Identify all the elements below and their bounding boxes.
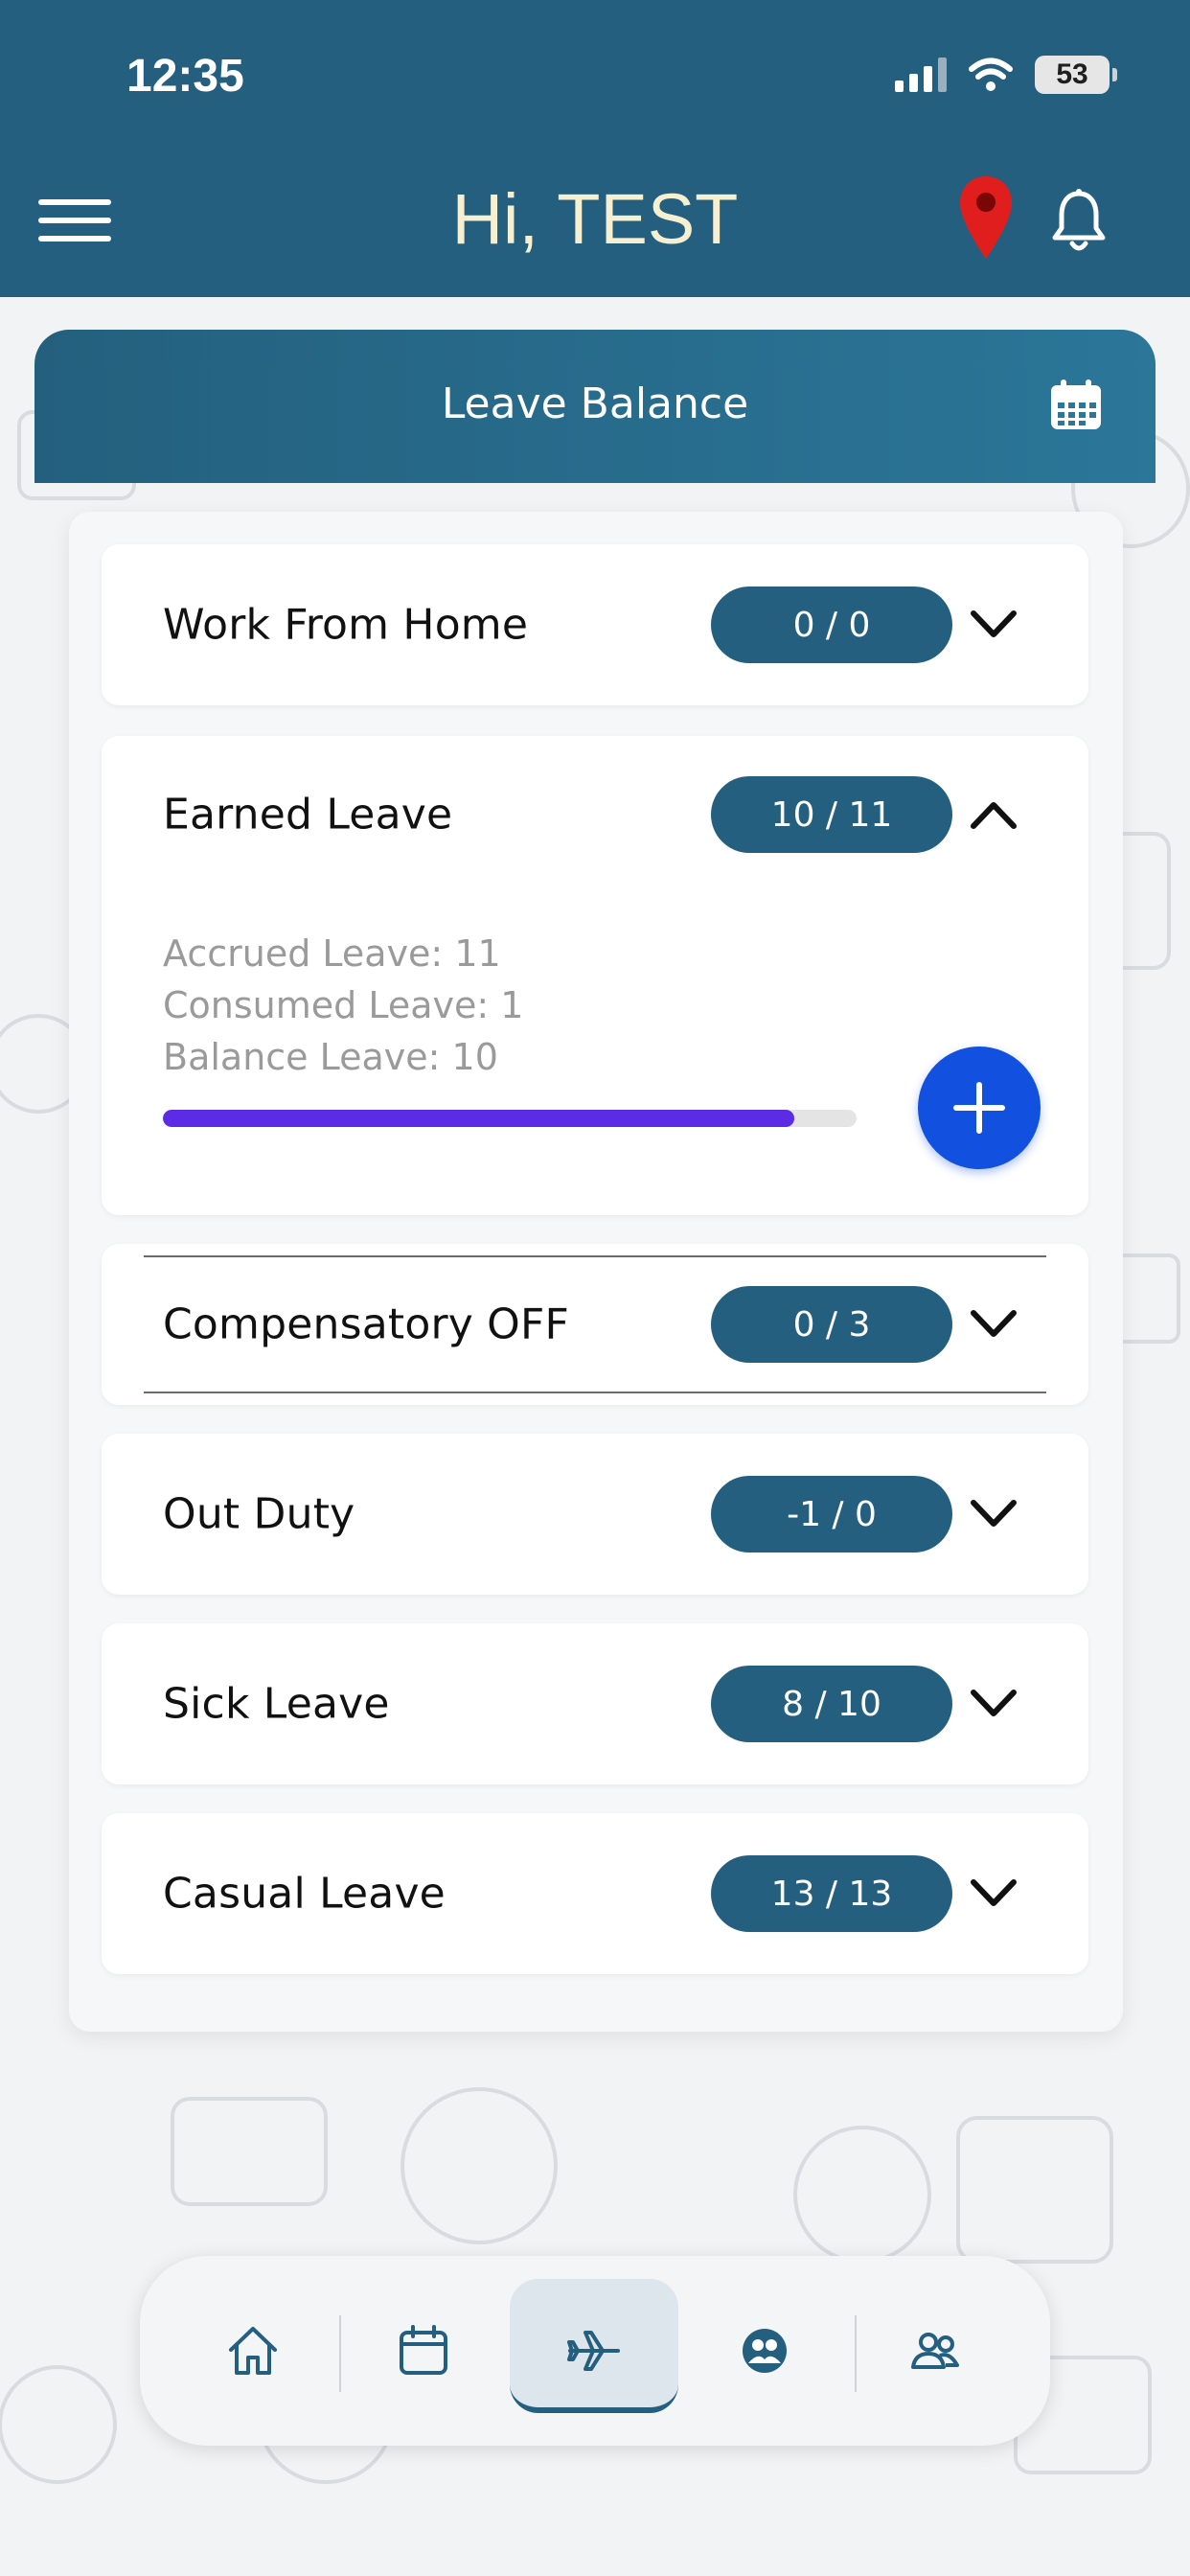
leave-count-badge[interactable]: -1 / 0: [711, 1476, 952, 1552]
apply-leave-button[interactable]: [918, 1046, 1041, 1169]
accrued-leave-text: Accrued Leave: 11: [163, 932, 501, 975]
battery-indicator: 53: [1035, 56, 1117, 94]
leave-balance-header: Leave Balance: [34, 330, 1156, 483]
leave-count-badge[interactable]: 10 / 11: [711, 776, 952, 853]
team-circle-icon: [743, 2329, 787, 2373]
nav-calendar[interactable]: [342, 2256, 505, 2446]
leave-card-casual-leave[interactable]: Casual Leave 13 / 13: [102, 1813, 1088, 1974]
leave-card-sick-leave[interactable]: Sick Leave 8 / 10: [102, 1623, 1088, 1784]
cellular-signal-icon: [895, 58, 947, 92]
home-icon: [229, 2327, 277, 2375]
leave-type-label: Earned Leave: [163, 790, 453, 840]
status-time: 12:35: [126, 51, 244, 102]
nav-team[interactable]: [683, 2256, 846, 2446]
leave-card-work-from-home[interactable]: Work From Home 0 / 0: [102, 544, 1088, 705]
leave-type-label: Out Duty: [163, 1489, 355, 1539]
chevron-down-icon[interactable]: [966, 1874, 1021, 1913]
notification-bell-icon[interactable]: [1050, 188, 1108, 255]
balance-leave-text: Balance Leave: 10: [163, 1036, 498, 1078]
nav-separator: [339, 2315, 341, 2392]
leave-count-badge[interactable]: 0 / 0: [711, 586, 952, 663]
leave-progress-fill: [163, 1110, 794, 1127]
leave-type-label: Compensatory OFF: [163, 1300, 570, 1349]
nav-home[interactable]: [172, 2256, 334, 2446]
divider: [144, 1392, 1046, 1393]
airplane-icon: [567, 2331, 620, 2371]
leave-type-label: Sick Leave: [163, 1679, 390, 1729]
leave-card-compensatory-off[interactable]: Compensatory OFF 0 / 3: [102, 1244, 1088, 1405]
calendar-icon[interactable]: [1048, 378, 1104, 433]
location-pin-icon[interactable]: [956, 174, 1016, 261]
chevron-down-icon[interactable]: [966, 606, 1021, 644]
nav-people[interactable]: [854, 2256, 1017, 2446]
leave-count-badge[interactable]: 0 / 3: [711, 1286, 952, 1363]
bottom-navigation: [140, 2256, 1050, 2446]
leave-type-label: Work From Home: [163, 600, 529, 650]
leave-count-badge[interactable]: 13 / 13: [711, 1855, 952, 1932]
people-icon: [911, 2333, 959, 2369]
chevron-down-icon[interactable]: [966, 1495, 1021, 1533]
leave-progress-bar: [163, 1110, 857, 1127]
chevron-down-icon[interactable]: [966, 1685, 1021, 1723]
leave-details: Accrued Leave: 11 Consumed Leave: 1 Bala…: [163, 928, 523, 1083]
wifi-icon: [969, 58, 1013, 91]
chevron-up-icon[interactable]: [966, 795, 1021, 834]
leave-count-badge[interactable]: 8 / 10: [711, 1666, 952, 1742]
leave-card-out-duty[interactable]: Out Duty -1 / 0: [102, 1434, 1088, 1595]
plus-icon: [953, 1082, 1005, 1134]
leave-balance-title: Leave Balance: [441, 380, 749, 428]
status-icons: 53: [895, 56, 1117, 94]
app-header: 12:35 53 Hi, TEST: [0, 0, 1190, 297]
chevron-down-icon[interactable]: [966, 1305, 1021, 1344]
consumed-leave-text: Consumed Leave: 1: [163, 984, 524, 1026]
leave-card-earned-leave[interactable]: Earned Leave 10 / 11 Accrued Leave: 11 C…: [102, 736, 1088, 1215]
leave-type-label: Casual Leave: [163, 1869, 446, 1919]
calendar-icon: [400, 2325, 447, 2375]
nav-leave[interactable]: [513, 2256, 675, 2446]
divider: [144, 1255, 1046, 1257]
